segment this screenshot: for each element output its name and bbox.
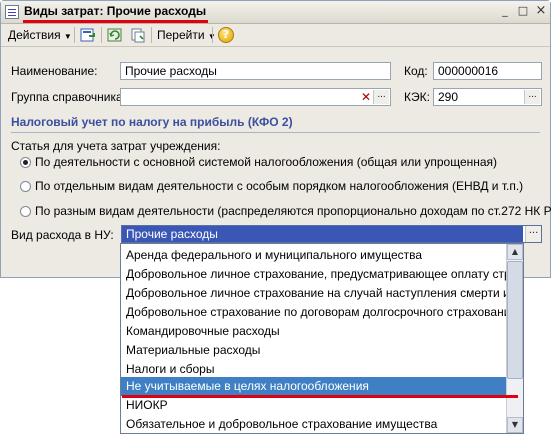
- toolbar-separator: [212, 27, 213, 43]
- toolbar-separator: [74, 27, 75, 43]
- actions-label: Действия: [8, 28, 61, 42]
- expense-type-label: Вид расхода в НУ:: [11, 228, 114, 242]
- toolbar-separator: [101, 27, 102, 43]
- dropdown-item[interactable]: Командировочные расходы: [121, 322, 506, 341]
- code-label: Код:: [404, 64, 428, 78]
- help-icon[interactable]: ?: [218, 27, 234, 43]
- dropdown-item[interactable]: Добровольное личное страхование, предусм…: [121, 265, 506, 284]
- kek-value: 290: [438, 90, 459, 104]
- kek-select-button[interactable]: ...: [524, 90, 540, 104]
- selection-highlight-mark: [122, 395, 518, 398]
- dropdown-item[interactable]: Материальные расходы: [121, 341, 506, 360]
- actions-menu[interactable]: Действия ▼: [5, 27, 75, 43]
- name-label: Наименование:: [11, 64, 98, 78]
- dropdown-scrollbar[interactable]: ▲ ▼: [506, 244, 523, 433]
- dropdown-item-selected[interactable]: Не учитываемые в целях налогообложения: [121, 377, 506, 396]
- kek-field[interactable]: 290 ...: [433, 88, 542, 106]
- dropdown-item[interactable]: Аренда федерального и муниципального иму…: [121, 246, 506, 265]
- radio-special-taxation[interactable]: [20, 181, 31, 192]
- clear-icon[interactable]: ✕: [359, 90, 373, 104]
- toolbar-separator: [151, 27, 152, 43]
- code-field[interactable]: 000000016: [433, 62, 542, 80]
- group-field[interactable]: ✕ ...: [120, 88, 391, 106]
- maximize-button[interactable]: □: [515, 4, 531, 19]
- section-divider: [11, 132, 540, 133]
- document-icon: [5, 5, 19, 19]
- scroll-down-icon[interactable]: ▼: [507, 417, 523, 433]
- window-title: Виды затрат: Прочие расходы: [24, 4, 207, 18]
- radio-main-taxation-label[interactable]: По деятельности с основной системой нало…: [35, 155, 497, 169]
- group-label: Группа справочника:: [11, 90, 126, 104]
- radio-special-taxation-label[interactable]: По отдельным видам деятельности с особым…: [35, 179, 523, 193]
- scroll-thumb[interactable]: [507, 261, 523, 379]
- minimize-button[interactable]: _: [497, 4, 513, 19]
- chevron-down-icon: ▼: [63, 32, 72, 41]
- article-label: Статья для учета затрат учреждения:: [11, 139, 221, 153]
- radio-proportional-label[interactable]: По разным видам деятельности (распределя…: [35, 204, 551, 218]
- dropdown-item[interactable]: Добровольное личное страхование на случа…: [121, 284, 506, 303]
- radio-proportional[interactable]: [20, 206, 31, 217]
- section-title: Налоговый учет по налогу на прибыль (КФО…: [11, 115, 293, 129]
- refresh-icon[interactable]: [107, 27, 123, 43]
- goto-label: Перейти: [157, 28, 205, 42]
- kek-label: КЭК:: [404, 90, 430, 104]
- dropdown-item[interactable]: НИОКР: [121, 396, 506, 415]
- expense-type-dropdown[interactable]: Аренда федерального и муниципального иму…: [120, 243, 524, 434]
- close-button[interactable]: ×: [533, 4, 549, 19]
- toolbar: Действия ▼ Перейти ?: [1, 24, 550, 47]
- dropdown-item[interactable]: Добровольное страхование по договорам до…: [121, 303, 506, 322]
- expense-type-select-button[interactable]: ...: [525, 226, 541, 242]
- copy-icon[interactable]: [130, 27, 146, 43]
- scroll-up-icon[interactable]: ▲: [507, 244, 523, 260]
- dropdown-item[interactable]: Обязательное и добровольное страхование …: [121, 415, 506, 433]
- expense-type-value: Прочие расходы: [122, 226, 523, 242]
- expense-type-select[interactable]: Прочие расходы ...: [121, 225, 542, 243]
- radio-main-taxation[interactable]: [20, 157, 31, 168]
- goto-menu[interactable]: Перейти ▼: [154, 27, 219, 43]
- save-and-close-icon[interactable]: [80, 27, 96, 43]
- group-select-button[interactable]: ...: [373, 90, 389, 104]
- title-highlight-mark: [23, 20, 208, 23]
- name-field[interactable]: Прочие расходы: [120, 62, 391, 80]
- title-bar[interactable]: Виды затрат: Прочие расходы _ □ ×: [1, 1, 550, 24]
